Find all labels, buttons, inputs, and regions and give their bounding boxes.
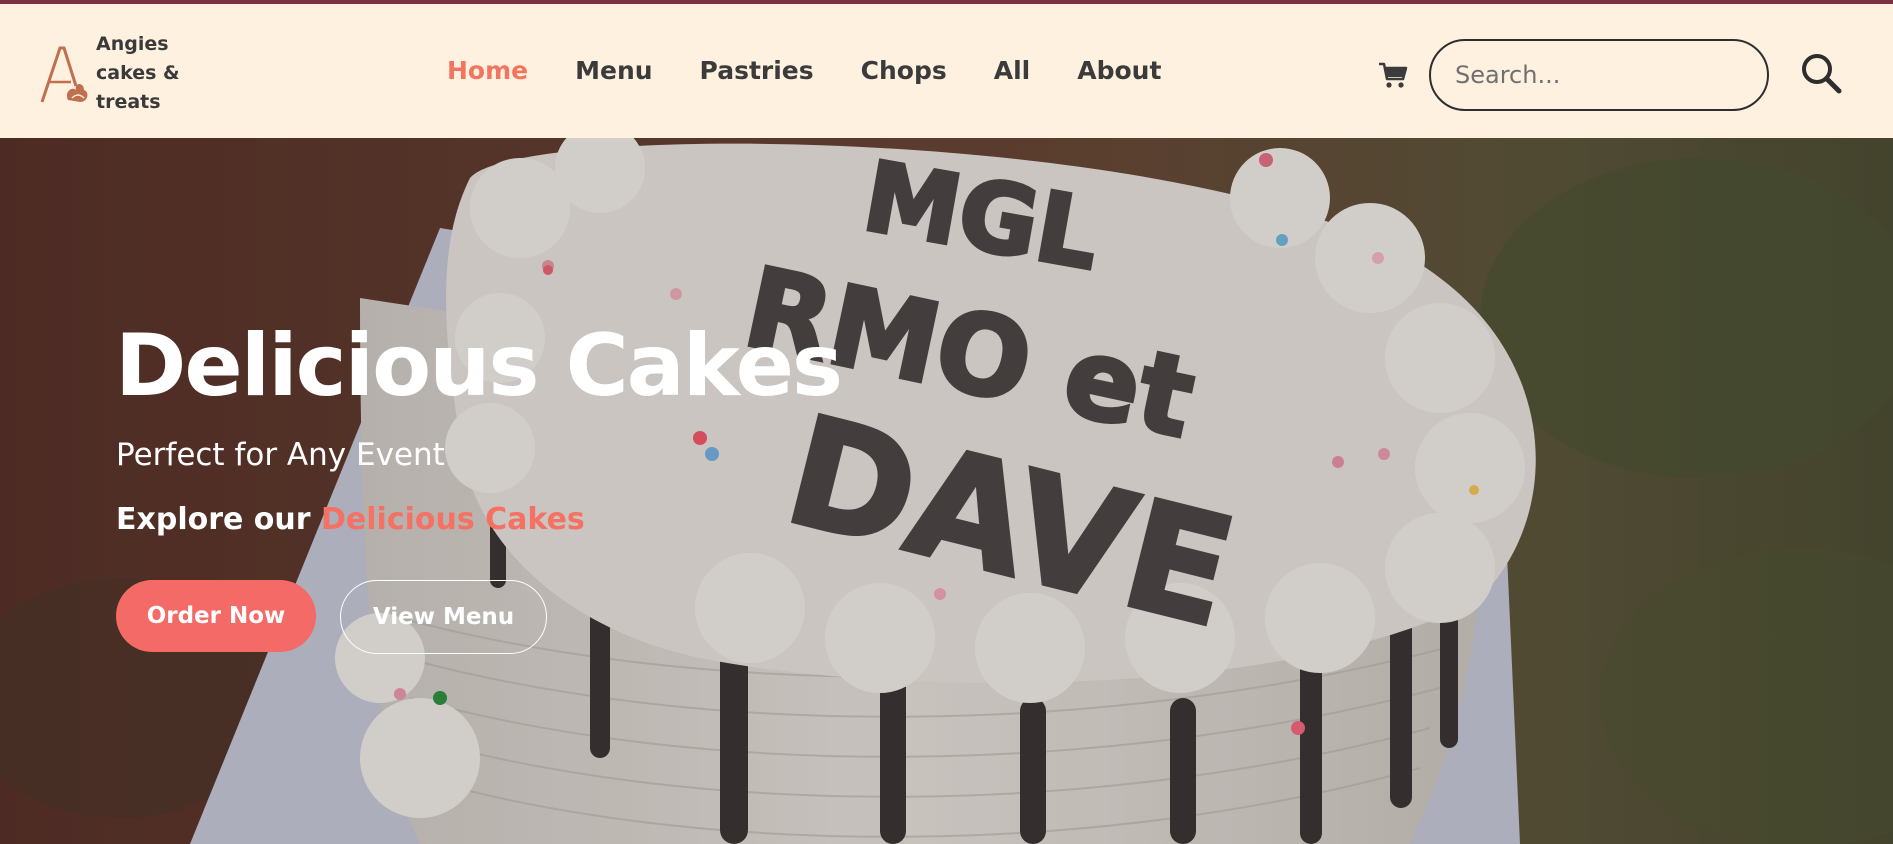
search-input[interactable]	[1429, 39, 1769, 111]
brand-name: Angies cakes & treats	[96, 30, 196, 117]
explore-prefix: Explore our	[116, 502, 322, 537]
view-menu-button[interactable]: View Menu	[340, 580, 547, 654]
hero-explore-text: Explore our Delicious Cakes	[116, 502, 585, 537]
logo-mark-icon	[40, 46, 88, 102]
nav-about[interactable]: About	[1077, 56, 1161, 85]
brand-name-line: Angies	[96, 33, 169, 55]
nav-chops[interactable]: Chops	[861, 56, 947, 85]
brand-logo[interactable]: Angies cakes & treats	[38, 30, 196, 117]
cart-icon[interactable]	[1378, 62, 1408, 90]
nav-pastries[interactable]: Pastries	[700, 56, 814, 85]
nav-all[interactable]: All	[994, 56, 1031, 85]
brand-name-line: treats	[96, 91, 161, 113]
hero-banner: MGL RMO et DAVE Delicious Cakes Perfect …	[0, 138, 1893, 844]
main-nav: Home Menu Pastries Chops All About	[447, 56, 1208, 85]
site-header: Angies cakes & treats Home Menu Pastries…	[0, 4, 1893, 138]
hero-subtitle: Perfect for Any Event	[116, 437, 445, 473]
nav-menu[interactable]: Menu	[575, 56, 652, 85]
nav-home[interactable]: Home	[447, 56, 528, 85]
search-icon[interactable]	[1800, 52, 1842, 94]
hero-title: Delicious Cakes	[115, 316, 843, 416]
explore-highlight: Delicious Cakes	[321, 502, 585, 537]
brand-name-line: cakes &	[96, 62, 180, 84]
hero-overlay	[0, 138, 1893, 844]
order-now-button[interactable]: Order Now	[116, 580, 316, 652]
